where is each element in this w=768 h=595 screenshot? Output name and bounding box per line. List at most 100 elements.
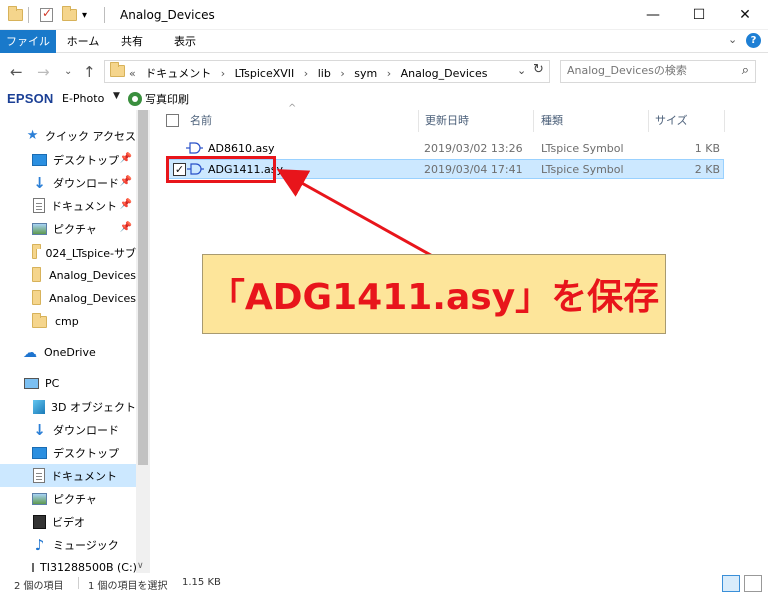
refresh-icon[interactable]: ↻ [533,62,544,77]
selection-size: 1.15 KB [182,577,221,588]
scroll-down-arrow-icon[interactable]: ∨ [137,561,144,571]
video-icon [33,514,46,529]
tab-home[interactable]: ホーム [60,30,106,53]
minimize-button[interactable]: — [630,0,676,30]
window-title: Analog_Devices [120,8,215,22]
breadcrumb-item[interactable]: ドキュメント [145,67,211,80]
close-button[interactable]: ✕ [722,0,768,30]
search-input[interactable] [567,64,727,77]
forward-arrow-icon[interactable]: → [37,63,50,81]
up-arrow-icon[interactable]: ↑ [83,63,96,81]
nav-label: TI31288500B (C:) [40,561,137,573]
nav-item-pictures[interactable]: ピクチャ [0,487,136,510]
folder-icon[interactable] [8,6,23,23]
pin-icon[interactable]: 📌 [120,153,132,164]
breadcrumb-item[interactable]: lib [318,67,331,80]
nav-label: 3D オブジェクト [51,400,136,414]
nav-item-folder[interactable]: cmp [0,310,136,333]
nav-scrollbar[interactable]: ∨ [136,110,150,573]
download-icon: ↓ [33,173,46,192]
breadcrumb-overflow[interactable]: « [129,67,142,80]
nav-label: Analog_Devices [49,292,136,305]
chevron-right-icon[interactable]: › [298,67,314,80]
pin-icon[interactable]: 📌 [120,199,132,210]
back-arrow-icon[interactable]: ← [10,63,23,81]
details-view-icon[interactable] [722,575,740,592]
document-icon [33,198,45,213]
tab-file[interactable]: ファイル [0,30,56,53]
pin-icon[interactable]: 📌 [120,176,132,187]
nav-item-folder[interactable]: Analog_Devices [0,287,136,310]
nav-item-documents[interactable]: ドキュメント [0,464,136,487]
breadcrumb: « ドキュメント › LTspiceXVII › lib › sym › Ana… [129,65,487,81]
large-icons-view-icon[interactable] [744,575,762,592]
nav-item-folder[interactable]: 024_LTspice-サブ [0,241,136,264]
cloud-icon: ☁ [23,344,37,361]
epson-toolbar: EPSON E-Photo ▼ 写真印刷 [0,89,768,109]
photo-print-button[interactable]: 写真印刷 [128,91,189,107]
nav-item-3d-objects[interactable]: 3D オブジェクト [0,395,136,418]
music-icon: ♪ [34,535,45,554]
chevron-down-icon[interactable]: ⌄ [728,33,737,46]
nav-label: ドキュメント [51,199,117,213]
dropdown-arrow-icon[interactable]: ▼ [113,91,120,101]
column-header-size[interactable]: サイズ [649,110,725,132]
new-folder-icon[interactable] [62,6,77,23]
nav-item-music[interactable]: ♪ ミュージック [0,533,136,556]
nav-item-videos[interactable]: ビデオ [0,510,136,533]
file-type: LTspice Symbol [541,142,624,155]
column-header-date[interactable]: 更新日時 [418,110,534,132]
maximize-button[interactable]: ☐ [676,0,722,30]
search-box[interactable]: ⌕ [560,60,756,83]
column-header-type[interactable]: 種類 [535,110,649,132]
item-count: 2 個の項目 [14,581,64,592]
navigation-pane: ★ クイック アクセス デスクトップ 📌 ↓ ダウンロード 📌 ドキュメント 📌… [0,110,150,573]
select-all-checkbox[interactable] [166,114,179,127]
nav-item-downloads[interactable]: ↓ ダウンロード [0,418,136,441]
file-date: 2019/03/04 17:41 [424,163,523,176]
nav-item-downloads[interactable]: ↓ ダウンロード 📌 [0,171,136,194]
tab-view[interactable]: 表示 [162,30,208,53]
nav-item-folder[interactable]: Analog_Devices [0,264,136,287]
properties-icon[interactable] [40,6,53,23]
chevron-right-icon[interactable]: › [381,67,397,80]
document-icon [33,468,45,483]
nav-label: 024_LTspice-サブ [45,246,136,260]
nav-pc[interactable]: PC [0,372,136,395]
search-icon[interactable]: ⌕ [742,63,749,78]
epson-logo: EPSON [7,91,54,106]
nav-onedrive[interactable]: ☁ OneDrive [0,341,136,364]
file-date: 2019/03/02 13:26 [424,142,523,155]
nav-label: ダウンロード [53,176,119,190]
customize-toolbar-icon[interactable]: ▾ [82,7,87,23]
nav-item-drive[interactable]: TI31288500B (C:) [0,556,137,573]
nav-item-desktop[interactable]: デスクトップ [0,441,136,464]
chevron-right-icon[interactable]: › [334,67,350,80]
highlight-box [166,156,276,183]
status-bar: 2 個の項目 1 個の項目を選択 1.15 KB [0,573,768,595]
nav-quick-access[interactable]: ★ クイック アクセス [0,124,136,147]
ltspice-symbol-icon [186,142,203,154]
breadcrumb-item[interactable]: LTspiceXVII [235,67,295,80]
help-icon[interactable]: ? [746,33,761,48]
separator [104,7,105,23]
tab-share[interactable]: 共有 [112,30,152,53]
ephoto-button[interactable]: E-Photo [62,92,104,105]
print-icon [128,92,142,106]
nav-item-desktop[interactable]: デスクトップ 📌 [0,148,136,171]
folder-icon [32,312,47,328]
breadcrumb-item[interactable]: Analog_Devices [401,67,488,80]
annotation-callout: 「ADG1411.asy」を保存 [202,254,666,334]
scrollbar-thumb[interactable] [138,110,148,465]
column-header-name[interactable]: 名前 [184,110,418,132]
recent-locations-icon[interactable]: ⌄ [64,66,72,77]
nav-item-pictures[interactable]: ピクチャ 📌 [0,217,136,240]
breadcrumb-item[interactable]: sym [354,67,377,80]
address-dropdown-icon[interactable]: ⌄ [517,64,526,77]
nav-label: ドキュメント [51,469,117,483]
address-bar[interactable]: « ドキュメント › LTspiceXVII › lib › sym › Ana… [104,60,550,83]
nav-item-documents[interactable]: ドキュメント 📌 [0,194,136,217]
file-type: LTspice Symbol [541,163,624,176]
chevron-right-icon[interactable]: › [215,67,231,80]
pin-icon[interactable]: 📌 [120,222,132,233]
